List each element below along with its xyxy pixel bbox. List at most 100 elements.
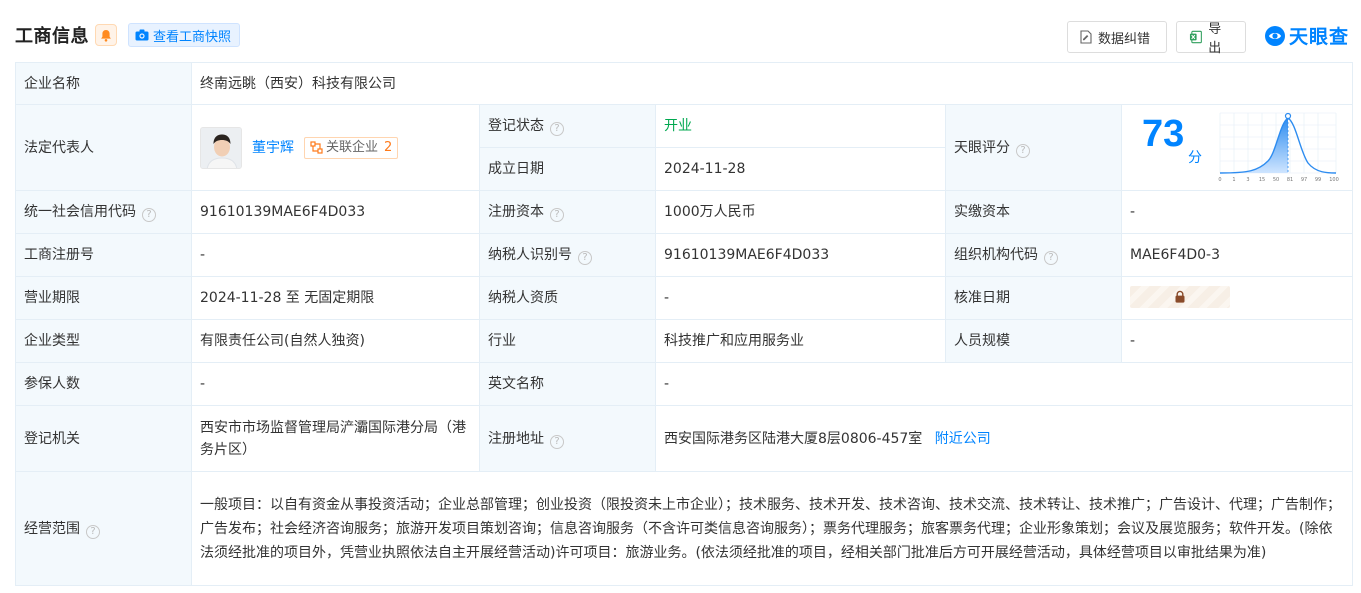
- logo-text: 天眼查: [1289, 26, 1350, 48]
- data-correction-button[interactable]: 数据纠错: [1067, 21, 1167, 53]
- company-name-value: 终南远眺（西安）科技有限公司: [190, 62, 1354, 105]
- help-icon[interactable]: ?: [86, 524, 100, 539]
- axis-tick-label: 100: [1329, 177, 1339, 183]
- taxpayer-qual-label: 纳税人资质: [479, 276, 656, 320]
- table-row: 企业名称 终南远眺（西安）科技有限公司: [15, 62, 1354, 105]
- section-title: 工商信息: [15, 26, 89, 47]
- org-code-value: MAE6F4D0-3: [1120, 233, 1354, 277]
- english-name-label: 英文名称: [479, 362, 656, 406]
- english-name-value: -: [654, 362, 1354, 406]
- company-type-label: 企业类型: [15, 319, 192, 363]
- paid-capital-label: 实缴资本: [945, 190, 1122, 234]
- org-code-label: 组织机构代码: [954, 247, 1038, 263]
- credit-code-label-cell: 统一社会信用代码?: [15, 190, 192, 234]
- industry-value: 科技推广和应用服务业: [655, 319, 946, 363]
- edit-doc-icon: [1080, 30, 1092, 44]
- company-type-value: 有限责任公司(自然人独资): [191, 319, 480, 363]
- data-correction-label: 数据纠错: [1098, 31, 1151, 47]
- help-icon[interactable]: ?: [1016, 143, 1030, 158]
- section-header: 工商信息 查看工商快照 数据纠错 导出 天眼查: [0, 0, 1361, 62]
- business-term-label: 营业期限: [15, 276, 192, 320]
- business-term-value: 2024-11-28 至 无固定期限: [191, 276, 480, 320]
- export-button[interactable]: 导出: [1176, 21, 1246, 56]
- table-row: 工商注册号 - 纳税人识别号? 91610139MAE6F4D033 组织机构代…: [15, 233, 1354, 277]
- table-row: 营业期限 2024-11-28 至 无固定期限 纳税人资质 - 核准日期: [15, 276, 1354, 320]
- axis-tick-label: 50: [1273, 177, 1279, 183]
- reg-status-label: 登记状态: [488, 118, 544, 134]
- camera-icon: [135, 29, 149, 41]
- avatar[interactable]: [200, 126, 242, 169]
- reg-authority-value: 西安市市场监督管理局浐灞国际港分局（港务片区）: [191, 405, 480, 472]
- approval-date-label: 核准日期: [945, 276, 1122, 320]
- company-name-label: 企业名称: [15, 62, 192, 105]
- related-companies-label: 关联企业: [326, 139, 379, 155]
- excel-icon: [1189, 30, 1202, 44]
- reg-authority-label: 登记机关: [15, 405, 192, 472]
- export-label: 导出: [1208, 22, 1222, 56]
- axis-tick-label: 3: [1246, 177, 1249, 183]
- legal-rep-label: 法定代表人: [15, 104, 192, 191]
- score-distribution-chart: 0 1 3 15 50 81 97 99 100: [1218, 112, 1339, 183]
- axis-tick-label: 1: [1232, 177, 1235, 183]
- tianyancha-logo: 天眼查: [1264, 22, 1349, 49]
- related-companies-badge[interactable]: 关联企业 2: [304, 136, 399, 159]
- taxpayer-qual-value: -: [655, 276, 946, 320]
- help-icon[interactable]: ?: [578, 251, 592, 265]
- lock-icon: [1175, 291, 1185, 303]
- reg-address-cell: 西安国际港务区陆港大厦8层0806-457室 附近公司: [654, 405, 1354, 472]
- taxpayer-id-label: 纳税人识别号: [488, 247, 572, 263]
- locked-value[interactable]: [1130, 285, 1230, 308]
- table-row: 经营范围? 一般项目：以自有资金从事投资活动；企业总部管理；创业投资（限投资未上…: [15, 471, 1354, 586]
- tianyan-score-label-cell: 天眼评分?: [945, 104, 1122, 191]
- insured-value: -: [191, 362, 480, 406]
- org-code-label-cell: 组织机构代码?: [945, 233, 1122, 277]
- taxpayer-id-label-cell: 纳税人识别号?: [479, 233, 656, 277]
- axis-tick-label: 81: [1287, 177, 1293, 183]
- axis-tick-label: 99: [1315, 177, 1321, 183]
- related-companies-icon: [310, 141, 323, 154]
- reg-capital-label-cell: 注册资本?: [479, 190, 656, 234]
- approval-date-cell: [1120, 276, 1354, 320]
- nearby-companies-link[interactable]: 附近公司: [935, 431, 991, 447]
- business-scope-label: 经营范围: [24, 520, 80, 537]
- related-companies-count: 2: [384, 139, 393, 155]
- legal-rep-name[interactable]: 董宇辉: [252, 137, 294, 159]
- staff-size-value: -: [1120, 319, 1354, 363]
- tianyan-score-cell[interactable]: 73 分 0 1 3 15 50 81 97 99 100: [1120, 104, 1354, 191]
- business-scope-value: 一般项目：以自有资金从事投资活动；企业总部管理；创业投资（限投资未上市企业）；技…: [190, 471, 1354, 586]
- help-icon[interactable]: ?: [142, 208, 156, 222]
- taxpayer-id-value: 91610139MAE6F4D033: [655, 233, 946, 277]
- reg-no-value: -: [191, 233, 480, 277]
- help-icon[interactable]: ?: [1044, 251, 1058, 265]
- bell-icon[interactable]: [95, 24, 117, 46]
- reg-address-label-cell: 注册地址?: [479, 405, 656, 472]
- reg-capital-value: 1000万人民币: [655, 190, 946, 234]
- insured-label: 参保人数: [15, 362, 192, 406]
- reg-capital-label: 注册资本: [488, 204, 544, 220]
- tianyancha-logo-icon: [1265, 25, 1285, 46]
- view-snapshot-button[interactable]: 查看工商快照: [128, 23, 241, 47]
- tianyan-score-label: 天眼评分: [954, 139, 1010, 156]
- table-row: 统一社会信用代码? 91610139MAE6F4D033 注册资本? 1000万…: [15, 190, 1354, 234]
- help-icon[interactable]: ?: [550, 208, 564, 222]
- axis-tick-label: 97: [1301, 177, 1307, 183]
- table-row: 法定代表人 董宇辉 关联企业 2 登记状态? 开业 天眼评分? 73 分 0 1…: [15, 104, 1354, 191]
- found-date-value: 2024-11-28: [655, 147, 946, 191]
- table-row: 企业类型 有限责任公司(自然人独资) 行业 科技推广和应用服务业 人员规模 -: [15, 319, 1354, 363]
- staff-size-label: 人员规模: [945, 319, 1122, 363]
- axis-tick-label: 15: [1259, 177, 1265, 183]
- reg-address-value: 西安国际港务区陆港大厦8层0806-457室: [664, 430, 923, 447]
- tianyan-score-value: 73: [1142, 113, 1185, 155]
- reg-status-value: 开业: [655, 104, 946, 148]
- reg-no-label: 工商注册号: [15, 233, 192, 277]
- axis-tick-label: 0: [1218, 177, 1221, 183]
- industry-label: 行业: [479, 319, 656, 363]
- table-row: 参保人数 - 英文名称 -: [15, 362, 1354, 406]
- business-scope-label-cell: 经营范围?: [15, 471, 192, 586]
- credit-code-label: 统一社会信用代码: [24, 204, 136, 220]
- help-icon[interactable]: ?: [550, 122, 564, 136]
- help-icon[interactable]: ?: [550, 434, 564, 449]
- reg-address-label: 注册地址: [488, 430, 544, 447]
- table-row: 登记机关 西安市市场监督管理局浐灞国际港分局（港务片区） 注册地址? 西安国际港…: [15, 405, 1354, 472]
- legal-rep-cell: 董宇辉 关联企业 2: [191, 104, 480, 191]
